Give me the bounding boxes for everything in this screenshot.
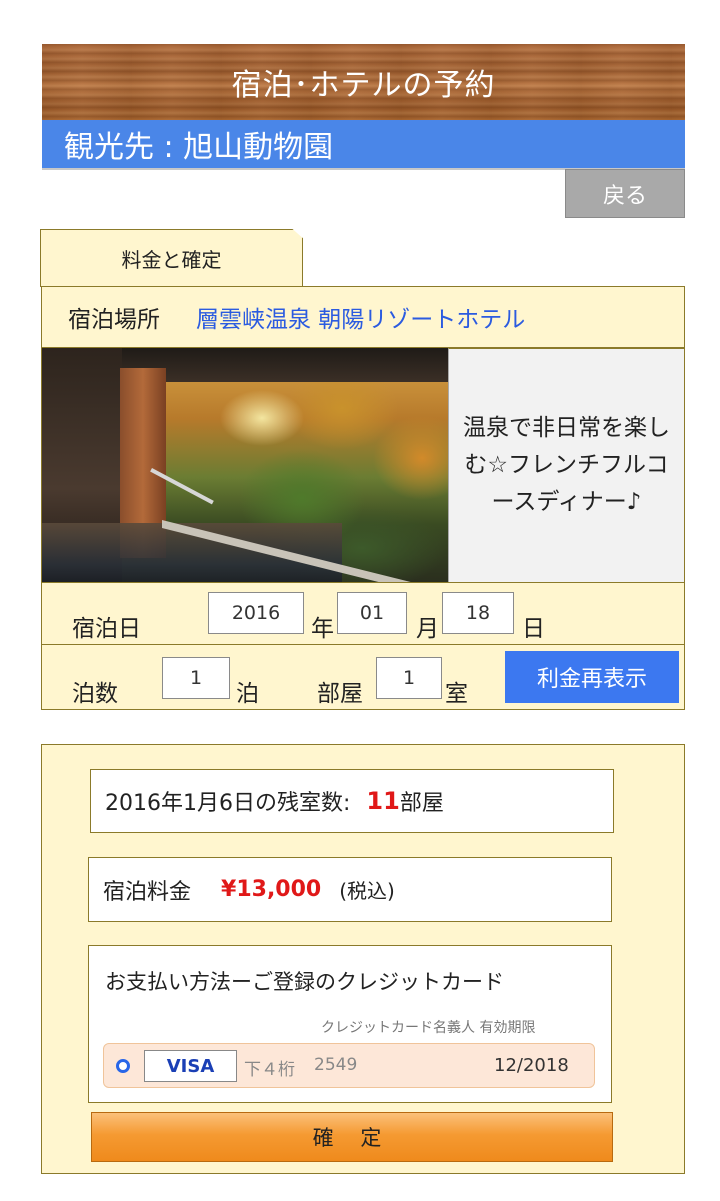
nights-label: 泊数: [72, 681, 118, 707]
saved-card-row[interactable]: VISA 下４桁 2549 12/2018: [103, 1043, 595, 1088]
hotel-label: 宿泊場所: [68, 307, 160, 333]
year-input[interactable]: 2016: [208, 592, 304, 634]
destination-label: 観光先 : 旭山動物園: [64, 130, 334, 165]
month-unit: 月: [416, 616, 439, 642]
hotel-row: 宿泊場所 層雲峡温泉 朝陽リゾートホテル: [41, 286, 685, 348]
card-expiry: 12/2018: [494, 1055, 569, 1076]
payment-subheader: クレジットカード名義人 有効期限: [321, 1020, 536, 1036]
visa-logo-icon: VISA: [144, 1050, 237, 1082]
price-label: 宿泊料金: [103, 879, 192, 905]
last4-value: 2549: [314, 1055, 358, 1075]
day-input[interactable]: 18: [442, 592, 514, 634]
hotel-photo: [41, 348, 449, 583]
availability-card: 2016年1月6日の残室数: 11 部屋: [90, 769, 614, 833]
nights-unit: 泊: [236, 681, 259, 707]
tax-note: (税込): [339, 879, 395, 903]
rooms-label: 部屋: [317, 681, 363, 707]
last4-label: 下４桁: [244, 1060, 295, 1080]
plan-description-text: 温泉で非日常を楽しむ☆フレンチフルコースディナー♪: [463, 415, 670, 515]
plan-description: 温泉で非日常を楽しむ☆フレンチフルコースディナー♪: [448, 348, 685, 583]
availability-prefix: 2016年1月6日の残室数:: [105, 791, 351, 816]
availability-unit: 部屋: [399, 791, 444, 816]
date-row: 宿泊日 2016 年 01 月 18 日: [41, 582, 685, 645]
destination-bar: 観光先 : 旭山動物園: [42, 120, 685, 170]
month-input[interactable]: 01: [337, 592, 407, 634]
tab-label: 料金と確定: [121, 248, 222, 272]
page-title: 宿泊･ホテルの予約: [231, 68, 496, 103]
hotel-name-link[interactable]: 層雲峡温泉 朝陽リゾートホテル: [196, 300, 525, 334]
date-label: 宿泊日: [72, 616, 141, 642]
confirm-button[interactable]: 確 定: [91, 1112, 613, 1162]
payment-card: お支払い方法ーご登録のクレジットカード クレジットカード名義人 有効期限 VIS…: [88, 945, 612, 1103]
day-unit: 日: [522, 616, 545, 642]
recalculate-button[interactable]: 利金再表示: [505, 651, 679, 703]
nights-input[interactable]: 1: [162, 657, 230, 699]
rooms-remaining: 11: [366, 787, 400, 815]
year-unit: 年: [311, 616, 334, 642]
tab-price-confirm[interactable]: 料金と確定: [40, 229, 303, 287]
price-card: 宿泊料金 ¥13,000 (税込): [88, 857, 612, 922]
header-banner: 宿泊･ホテルの予約: [42, 44, 685, 120]
back-button[interactable]: 戻る: [565, 169, 685, 218]
price-amount: ¥13,000: [221, 877, 322, 902]
payment-title: お支払い方法ーご登録のクレジットカード: [105, 970, 504, 994]
rooms-input[interactable]: 1: [376, 657, 442, 699]
card-radio-button[interactable]: [116, 1059, 130, 1073]
rooms-unit: 室: [445, 681, 468, 707]
